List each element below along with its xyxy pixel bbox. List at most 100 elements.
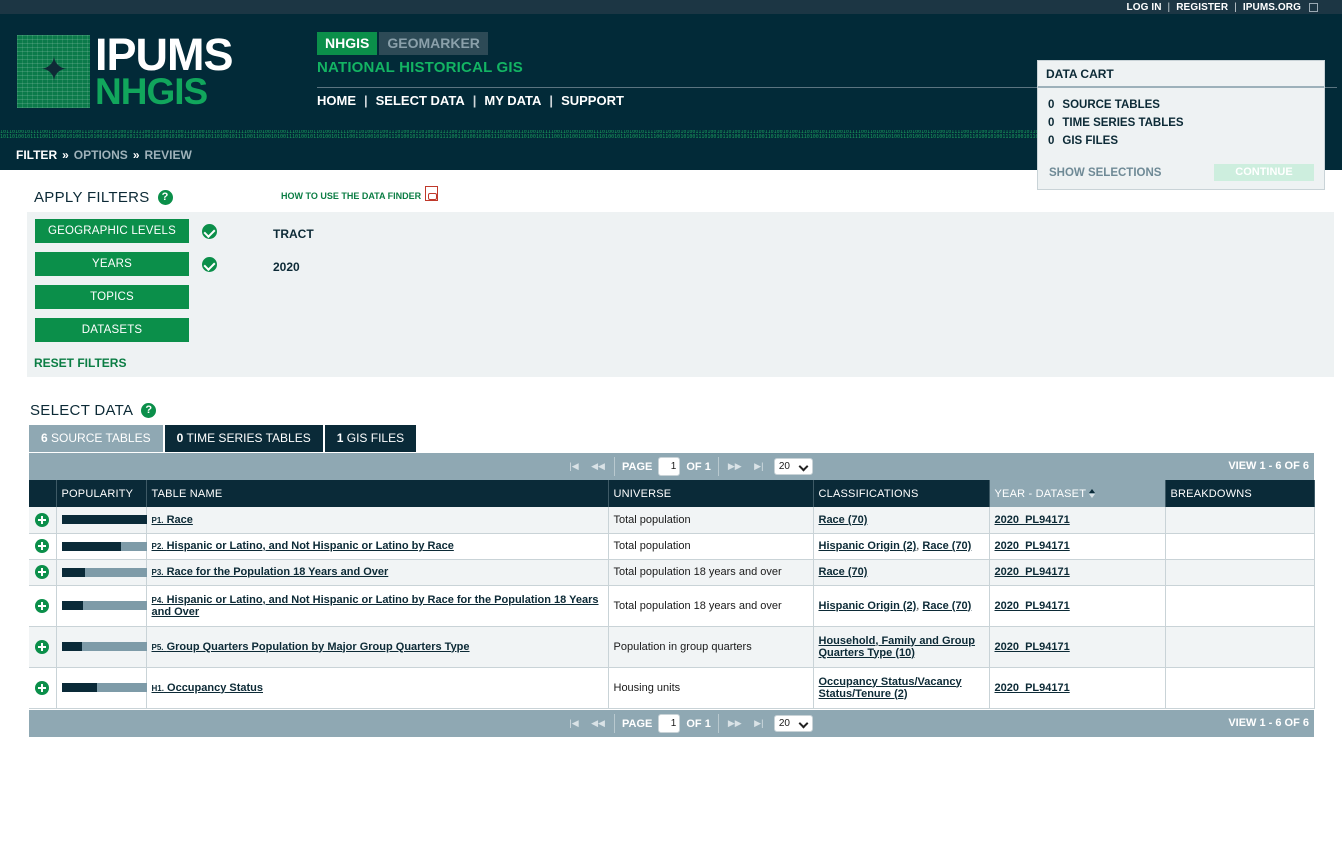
tab-geomarker[interactable]: GEOMARKER	[379, 32, 488, 55]
view-count: VIEW 1 - 6 OF 6	[1228, 460, 1309, 472]
classification-link[interactable]: Race (70)	[819, 514, 868, 526]
topics-button[interactable]: TOPICS	[35, 285, 189, 309]
popularity-bar-fill	[61, 642, 82, 651]
tab-time-series-tables[interactable]: 0 TIME SERIES TABLES	[164, 425, 323, 452]
geographic-levels-button[interactable]: GEOGRAPHIC LEVELS	[35, 219, 189, 243]
breadcrumb-separator: »	[62, 148, 69, 162]
tab-gis-files[interactable]: 1 GIS FILES	[324, 425, 417, 452]
dataset-link[interactable]: 2020_PL94171	[995, 566, 1070, 578]
table-name-cell: P5. Group Quarters Population by Major G…	[146, 626, 609, 668]
page-number-input[interactable]: 1	[658, 714, 681, 733]
years-button[interactable]: YEARS	[35, 252, 189, 276]
prev-page-icon[interactable]: ◀◀	[589, 718, 607, 729]
pager-divider	[614, 457, 615, 476]
top-links: LOG IN | REGISTER | IPUMS.ORG	[1126, 0, 1318, 14]
continue-button[interactable]: CONTINUE	[1214, 164, 1314, 181]
tab-source-tables[interactable]: 6 SOURCE TABLES	[29, 425, 163, 452]
per-page-select[interactable]: 20	[773, 458, 813, 475]
breadcrumb-review: REVIEW	[144, 148, 192, 162]
table-title: Hispanic or Latino, and Not Hispanic or …	[151, 593, 599, 618]
nav-separator: |	[472, 93, 477, 108]
first-page-icon[interactable]: |◀	[565, 718, 583, 729]
universe-header[interactable]: UNIVERSE	[608, 480, 814, 507]
year-dataset-header[interactable]: YEAR - DATASET	[989, 480, 1166, 507]
help-icon[interactable]: ?	[141, 403, 157, 418]
classification-link[interactable]: Race (70)	[922, 600, 971, 612]
table-header-row: POPULARITY TABLE NAME UNIVERSE CLASSIFIC…	[29, 480, 1315, 507]
table-name-header[interactable]: TABLE NAME	[146, 480, 609, 507]
site-subtitle: NATIONAL HISTORICAL GIS	[317, 59, 524, 76]
help-icon[interactable]: ?	[157, 190, 173, 205]
add-to-cart-icon[interactable]	[35, 680, 49, 695]
first-page-icon[interactable]: |◀	[565, 461, 583, 472]
table-name-link[interactable]: P1. Race	[152, 514, 193, 526]
dataset-link[interactable]: 2020_PL94171	[995, 682, 1070, 694]
register-link[interactable]: REGISTER	[1176, 2, 1228, 13]
next-page-icon[interactable]: ▶▶	[726, 718, 744, 729]
add-cell	[29, 667, 57, 709]
cart-label: SOURCE TABLES	[1062, 99, 1160, 111]
tab-count: 1	[336, 431, 344, 445]
ipums-nhgis-logo[interactable]: ✦ IPUMS NHGIS	[17, 29, 279, 112]
page-number-input[interactable]: 1	[658, 457, 681, 476]
datasets-button[interactable]: DATASETS	[35, 318, 189, 342]
dataset-link[interactable]: 2020_PL94171	[995, 540, 1070, 552]
table-row: P3. Race for the Population 18 Years and…	[29, 559, 1315, 586]
table-code: P5.	[151, 642, 164, 652]
pager-top: |◀ ◀◀ PAGE 1 OF 1 ▶▶ ▶| 20 VIEW 1 - 6 OF…	[29, 453, 1314, 480]
nav-separator: |	[364, 93, 368, 108]
nav-select-data[interactable]: SELECT DATA	[376, 93, 465, 108]
add-to-cart-icon[interactable]	[35, 539, 49, 553]
last-page-icon[interactable]: ▶|	[750, 718, 768, 729]
year-dataset-cell: 2020_PL94171	[989, 507, 1166, 534]
table-name-cell: P1. Race	[146, 507, 609, 534]
table-name-cell: P2. Hispanic or Latino, and Not Hispanic…	[146, 533, 609, 560]
add-to-cart-icon[interactable]	[35, 639, 49, 654]
table-name-link[interactable]: H1. Occupancy Status	[152, 682, 264, 694]
nav-support[interactable]: SUPPORT	[561, 93, 624, 108]
classifications-cell: Hispanic Origin (2), Race (70)	[813, 533, 990, 560]
tab-nhgis[interactable]: NHGIS	[317, 32, 378, 55]
popularity-bar-fill	[61, 683, 97, 692]
next-page-icon[interactable]: ▶▶	[726, 461, 744, 472]
login-link[interactable]: LOG IN	[1126, 2, 1161, 13]
show-selections-link[interactable]: SHOW SELECTIONS	[1049, 167, 1161, 179]
universe-cell: Population in group quarters	[608, 626, 814, 668]
year-dataset-cell: 2020_PL94171	[989, 585, 1166, 627]
how-to-link[interactable]: HOW TO USE THE DATA FINDER	[281, 186, 439, 201]
nav-home[interactable]: HOME	[317, 93, 356, 108]
add-to-cart-icon[interactable]	[35, 512, 49, 527]
ipums-org-link[interactable]: IPUMS.ORG	[1243, 2, 1301, 13]
classification-link[interactable]: Race (70)	[922, 540, 971, 552]
apply-filters-heading: APPLY FILTERS ?	[34, 189, 173, 206]
year-dataset-cell: 2020_PL94171	[989, 559, 1166, 586]
page-of-label: OF 1	[686, 717, 711, 730]
dataset-link[interactable]: 2020_PL94171	[995, 600, 1070, 612]
per-page-select[interactable]: 20	[773, 715, 813, 732]
table-title: Race for the Population 18 Years and Ove…	[166, 566, 389, 578]
reset-filters-link[interactable]: RESET FILTERS	[34, 356, 126, 370]
data-cart-title: DATA CART	[1038, 61, 1324, 88]
table-row: P2. Hispanic or Latino, and Not Hispanic…	[29, 533, 1315, 560]
table-name-link[interactable]: P3. Race for the Population 18 Years and…	[152, 566, 389, 578]
classification-link[interactable]: Occupancy Status/Vacancy Status/Tenure (…	[819, 676, 962, 700]
classification-link[interactable]: Hispanic Origin (2)	[819, 600, 917, 612]
classification-link[interactable]: Race (70)	[819, 566, 868, 578]
add-to-cart-icon[interactable]	[35, 565, 49, 579]
last-page-icon[interactable]: ▶|	[750, 461, 768, 472]
dataset-link[interactable]: 2020_PL94171	[995, 641, 1070, 653]
table-name-link[interactable]: P5. Group Quarters Population by Major G…	[152, 641, 470, 653]
table-code: P3.	[151, 568, 164, 577]
table-name-link[interactable]: P2. Hispanic or Latino, and Not Hispanic…	[152, 540, 454, 552]
add-cell	[29, 626, 57, 668]
dataset-link[interactable]: 2020_PL94171	[995, 514, 1070, 526]
table-code: P2.	[151, 542, 164, 551]
classification-link[interactable]: Hispanic Origin (2)	[819, 540, 917, 552]
popularity-header[interactable]: POPULARITY	[56, 480, 147, 507]
nav-my-data[interactable]: MY DATA	[484, 93, 541, 108]
add-to-cart-icon[interactable]	[35, 598, 49, 613]
pager-bottom: |◀ ◀◀ PAGE 1 OF 1 ▶▶ ▶| 20 VIEW 1 - 6 OF…	[29, 710, 1314, 737]
classification-link[interactable]: Household, Family and Group Quarters Typ…	[819, 635, 975, 659]
prev-page-icon[interactable]: ◀◀	[589, 461, 607, 472]
table-name-link[interactable]: P4. Hispanic or Latino, and Not Hispanic…	[152, 594, 599, 618]
